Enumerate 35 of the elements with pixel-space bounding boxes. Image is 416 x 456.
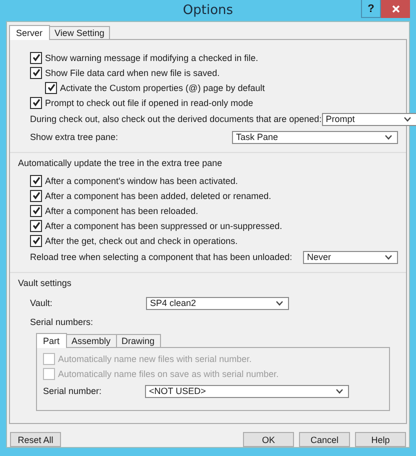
field-label: Show extra tree pane:	[30, 132, 118, 142]
tab[interactable]: Drawing	[116, 334, 161, 347]
field-label: Serial number:	[43, 386, 103, 396]
dropdown[interactable]: Never	[303, 250, 398, 264]
checkbox-label: Activate the Custom properties (@) page by default	[60, 82, 265, 92]
field-label: During check out, also check out the derived documents that are opened:	[30, 114, 322, 124]
field-label: Serial numbers:	[30, 317, 94, 329]
button[interactable]: Reset All	[10, 432, 61, 447]
button[interactable]: Help	[355, 432, 406, 447]
checkbox-label: After a component has been reloaded.	[45, 206, 198, 216]
checkbox-label: Show warning message if modifying a checked in file.	[45, 52, 258, 62]
field-label: Reload tree when selecting a component that has been unloaded:	[30, 252, 292, 262]
checkbox-label: After a component has been suppressed or un-suppressed.	[45, 220, 282, 230]
window-title: Options	[182, 2, 234, 18]
section-title: Automatically update the tree in the extra tree pane	[18, 157, 224, 170]
section-title: Vault settings	[18, 277, 72, 290]
tab[interactable]: Assembly	[66, 334, 117, 347]
checkbox-label: After a component has been added, deleted or renamed.	[45, 190, 272, 200]
checkbox-label: Automatically name new files with serial number.	[58, 354, 252, 364]
checkbox-label: Automatically name files on save as with serial number.	[58, 368, 279, 378]
button[interactable]: Cancel	[299, 432, 350, 447]
dropdown[interactable]: <NOT USED>	[145, 384, 349, 398]
checkbox-label: Show File data card when new file is saved.	[45, 68, 220, 78]
checkbox-label: Prompt to check out file if opened in read-only mode	[45, 98, 254, 108]
checkbox-label: After the get, check out and check in operations.	[45, 236, 238, 246]
dropdown[interactable]: Prompt	[322, 112, 416, 126]
checkbox-label: After a component's window has been activated.	[45, 176, 238, 186]
tab[interactable]: Part	[36, 333, 67, 348]
button[interactable]: OK	[243, 432, 294, 447]
help-button[interactable]: ?	[361, 0, 381, 18]
field-label: Vault:	[30, 298, 54, 308]
tab[interactable]: View Setting	[48, 26, 110, 39]
dropdown[interactable]: Task Pane	[232, 130, 398, 144]
tab[interactable]: Server	[9, 25, 50, 40]
dropdown[interactable]: SP4 clean2	[146, 296, 289, 310]
